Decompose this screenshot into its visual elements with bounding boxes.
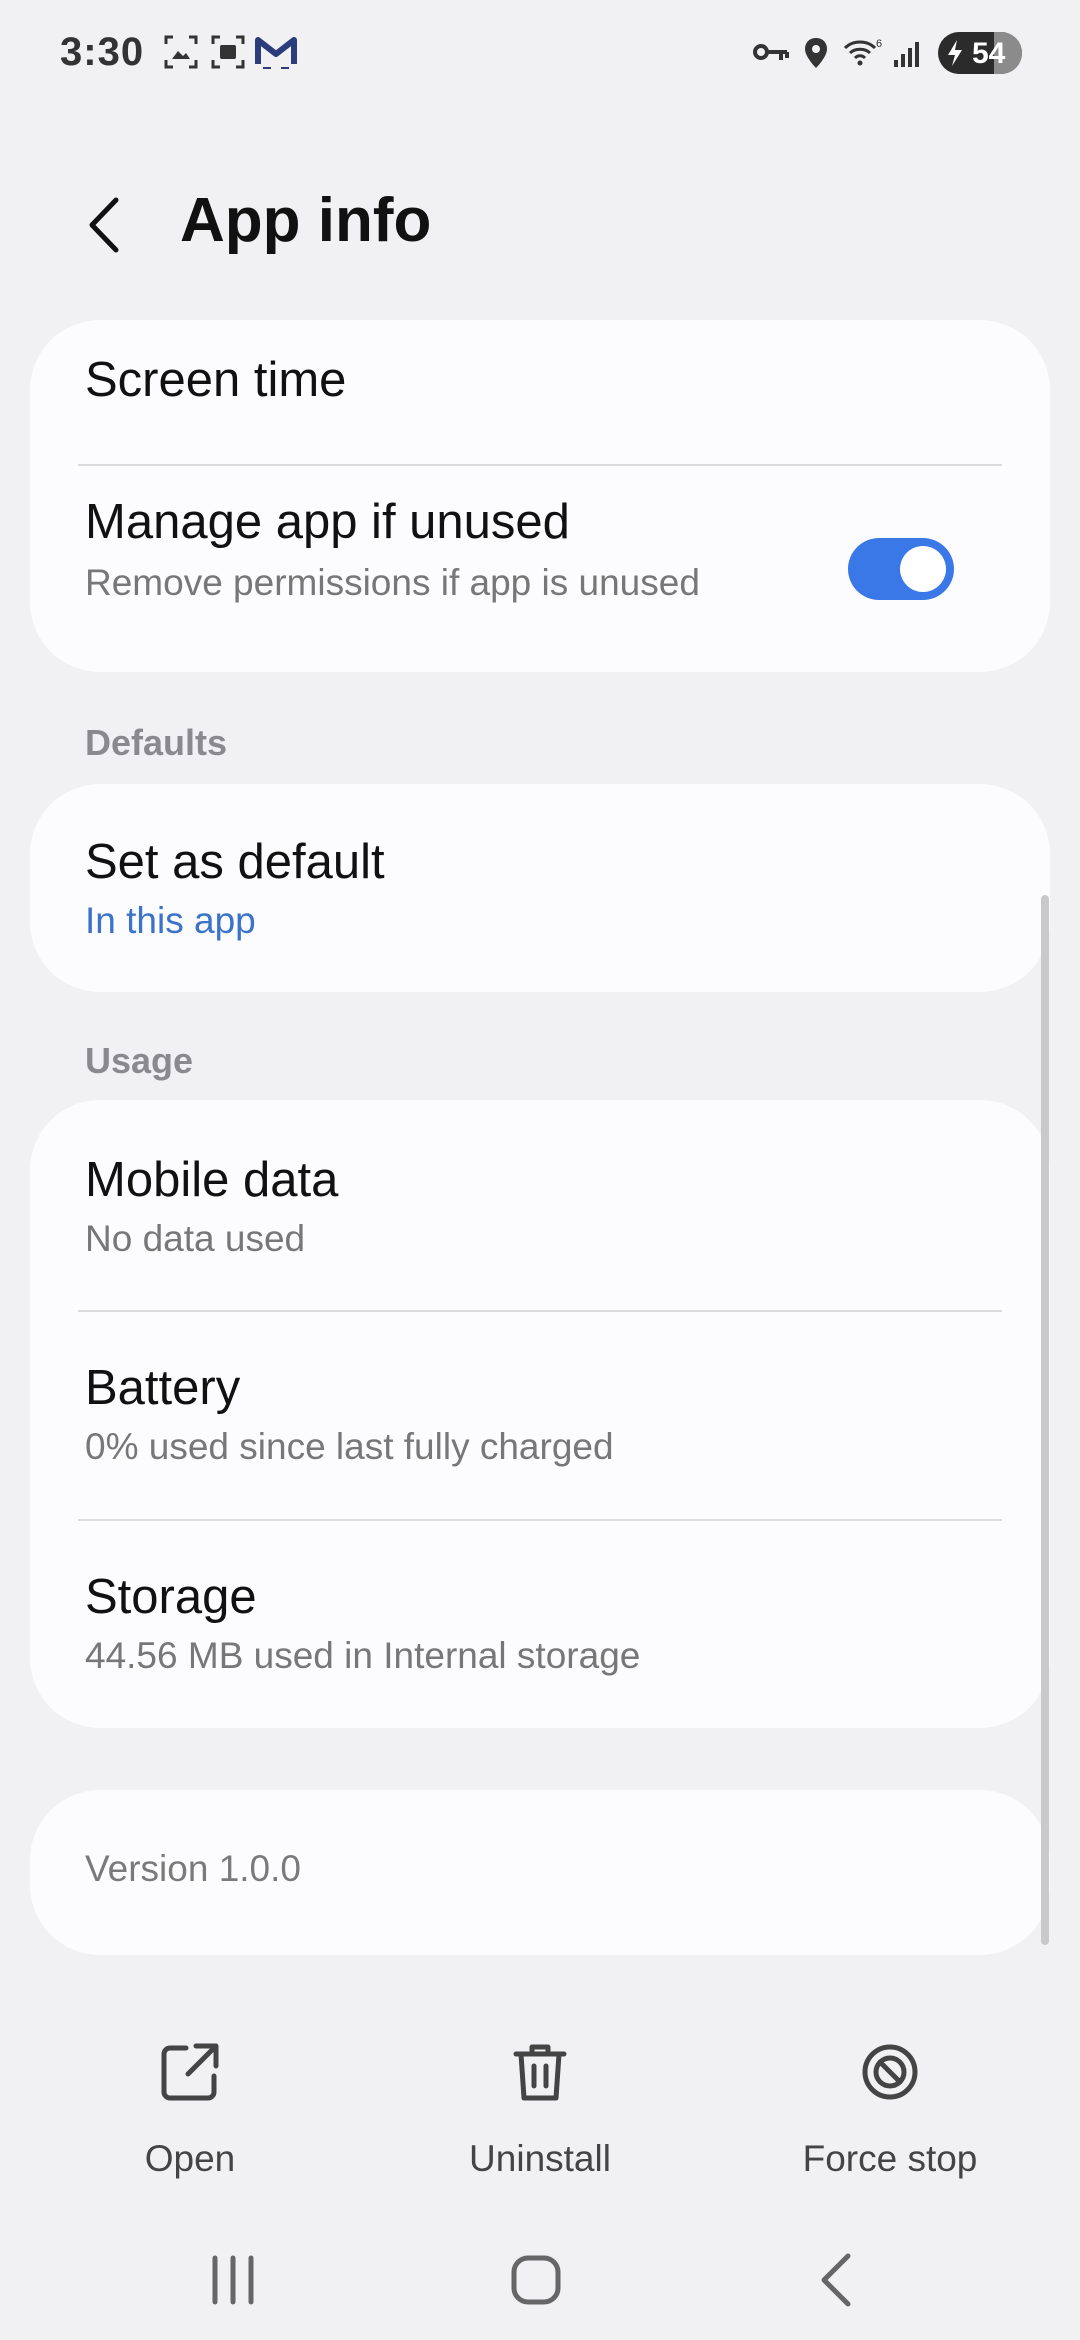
usage-card: Mobile data No data used Battery 0% used… bbox=[30, 1100, 1050, 1728]
force-stop-label: Force stop bbox=[802, 2138, 978, 2179]
settings-card-top: Screen time Manage app if unused Remove … bbox=[30, 320, 1050, 672]
open-button[interactable]: Open bbox=[40, 2030, 340, 2180]
screenshot-icon bbox=[163, 34, 199, 75]
battery-level: 54 bbox=[972, 37, 1006, 70]
charging-battery-icon: 54 bbox=[938, 32, 1022, 74]
navigation-bar bbox=[0, 2220, 1080, 2340]
status-time: 3:30 bbox=[60, 30, 145, 74]
home-button[interactable] bbox=[486, 2240, 586, 2320]
chevron-left-icon bbox=[89, 197, 119, 253]
trash-icon bbox=[513, 2044, 567, 2101]
set-default-subtitle: In this app bbox=[85, 900, 256, 941]
set-default-title: Set as default bbox=[85, 835, 385, 889]
status-bar: 3:30 6 54 bbox=[0, 0, 1080, 110]
back-button[interactable] bbox=[70, 190, 140, 260]
recents-button[interactable] bbox=[183, 2240, 283, 2320]
location-icon bbox=[803, 36, 829, 75]
storage-title: Storage bbox=[85, 1570, 257, 1624]
manage-unused-subtitle: Remove permissions if app is unused bbox=[85, 562, 700, 603]
open-external-icon bbox=[161, 2043, 219, 2101]
vpn-key-icon bbox=[752, 40, 790, 71]
uninstall-button[interactable]: Uninstall bbox=[390, 2030, 690, 2180]
uninstall-label: Uninstall bbox=[469, 2138, 611, 2179]
home-icon bbox=[511, 2255, 561, 2305]
version-label: Version 1.0.0 bbox=[85, 1848, 301, 1889]
version-card: Version 1.0.0 bbox=[30, 1790, 1050, 1955]
page-title: App info bbox=[180, 186, 432, 255]
scrollbar[interactable] bbox=[1041, 895, 1049, 1945]
open-label: Open bbox=[144, 2138, 236, 2179]
wifi-icon: 6 bbox=[843, 36, 885, 73]
nav-back-button[interactable] bbox=[788, 2240, 888, 2320]
defaults-card: Set as default In this app bbox=[30, 784, 1050, 992]
recents-icon bbox=[212, 2255, 254, 2305]
set-as-default-row[interactable]: Set as default In this app bbox=[30, 784, 1050, 992]
back-icon bbox=[821, 2253, 851, 2307]
battery-subtitle: 0% used since last fully charged bbox=[85, 1426, 614, 1467]
force-stop-button[interactable]: Force stop bbox=[740, 2030, 1040, 2180]
toggle-knob bbox=[900, 546, 946, 592]
mobile-data-subtitle: No data used bbox=[85, 1218, 306, 1259]
screen-time-row[interactable]: Screen time bbox=[30, 320, 1050, 465]
svg-text:6: 6 bbox=[876, 38, 882, 50]
signal-icon bbox=[892, 38, 926, 73]
screen-time-label: Screen time bbox=[85, 353, 347, 407]
battery-row[interactable]: Battery 0% used since last fully charged bbox=[30, 1312, 1050, 1519]
usage-section-header: Usage bbox=[85, 1040, 194, 1081]
gmail-icon bbox=[255, 34, 297, 77]
battery-title: Battery bbox=[85, 1361, 241, 1415]
defaults-section-header: Defaults bbox=[85, 722, 228, 763]
storage-subtitle: 44.56 MB used in Internal storage bbox=[85, 1635, 641, 1676]
manage-unused-toggle[interactable] bbox=[848, 538, 954, 600]
mobile-data-row[interactable]: Mobile data No data used bbox=[30, 1100, 1050, 1310]
app-info-screen: 3:30 6 54 App info Screen time Manage ap… bbox=[0, 0, 1080, 2340]
stop-icon bbox=[862, 2044, 918, 2100]
storage-row[interactable]: Storage 44.56 MB used in Internal storag… bbox=[30, 1521, 1050, 1728]
charging-bolt-icon bbox=[948, 40, 962, 66]
mobile-data-title: Mobile data bbox=[85, 1153, 339, 1207]
manage-unused-title: Manage app if unused bbox=[85, 495, 570, 549]
screen-record-icon bbox=[210, 34, 246, 75]
